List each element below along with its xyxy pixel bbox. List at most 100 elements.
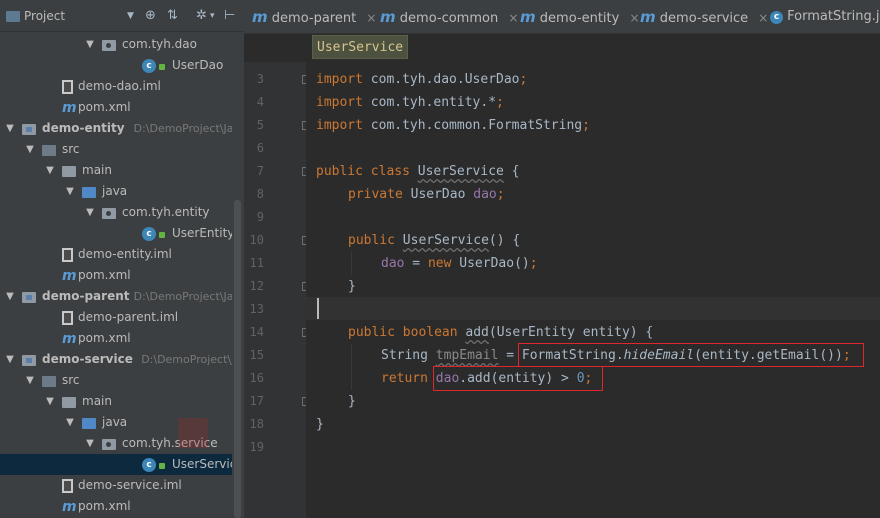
- tree-item-pom-xml[interactable]: m pom.xml: [0, 328, 232, 349]
- iml-file-icon: [62, 80, 73, 94]
- tree-item-demo-parent-iml[interactable]: demo-parent.iml: [0, 307, 232, 328]
- line-number: 18: [249, 417, 264, 431]
- code-line-11: dao = new UserDao();: [381, 256, 538, 271]
- access-modifier-icon: [159, 64, 165, 70]
- tree-item-src[interactable]: ▼ src: [0, 139, 232, 160]
- expand-arrow-icon[interactable]: ▼: [4, 349, 16, 370]
- maven-icon: m: [62, 331, 77, 347]
- close-icon[interactable]: ×: [758, 11, 768, 25]
- tab-label: demo-common: [399, 11, 499, 26]
- expand-arrow-icon[interactable]: ▼: [24, 139, 36, 160]
- tree-item-demo-dao-iml[interactable]: demo-dao.iml: [0, 76, 232, 97]
- tree-item-label: demo-dao.iml: [78, 79, 161, 93]
- tree-item-pom-xml[interactable]: m pom.xml: [0, 97, 232, 118]
- code-editor[interactable]: import com.tyh.dao.UserDao; import com.t…: [306, 62, 880, 518]
- tree-item-demo-parent[interactable]: ▼ demo-parentD:\DemoProject\Java: [0, 286, 232, 307]
- module-folder-icon: [22, 124, 36, 135]
- line-number: 17: [249, 394, 264, 408]
- tab-label: demo-service: [659, 11, 749, 26]
- expand-arrow-icon[interactable]: ▼: [24, 370, 36, 391]
- code-line-7: public class UserService {: [316, 164, 520, 179]
- tree-item-label: demo-parent: [42, 289, 130, 303]
- tree-item-src[interactable]: ▼ src: [0, 370, 232, 391]
- tree-item-demo-service[interactable]: ▼ demo-service D:\DemoProject\Java: [0, 349, 232, 370]
- tree-item-demo-service-iml[interactable]: demo-service.iml: [0, 475, 232, 496]
- line-number: 10: [249, 233, 264, 247]
- indent-guide: [351, 252, 352, 275]
- tree-item-label: UserEntity: [172, 226, 232, 240]
- tab-demo-common[interactable]: m demo-common ×: [380, 0, 518, 33]
- line-number: 5: [256, 118, 264, 132]
- tree-item-label: main: [82, 394, 112, 408]
- module-path-label: D:\DemoProject\Java: [133, 290, 232, 303]
- line-number: 3: [256, 72, 264, 86]
- gear-icon[interactable]: ✲: [196, 8, 207, 24]
- expand-arrow-icon[interactable]: ▼: [4, 118, 16, 139]
- tree-item-pom-xml[interactable]: m pom.xml: [0, 265, 232, 286]
- gear-dropdown-icon[interactable]: ▾: [210, 8, 215, 24]
- pin-icon[interactable]: ⊢: [224, 8, 235, 24]
- tab-demo-entity[interactable]: m demo-entity ×: [520, 0, 640, 33]
- module-folder-icon: [22, 292, 36, 303]
- expand-arrow-icon[interactable]: ▼: [64, 412, 76, 433]
- iml-file-icon: [62, 311, 73, 325]
- source-folder-icon: [42, 376, 56, 387]
- tree-item-demo-entity-iml[interactable]: demo-entity.iml: [0, 244, 232, 265]
- tree-item-label: main: [82, 163, 112, 177]
- tree-item-com-tyh-dao[interactable]: ▼ com.tyh.dao: [0, 34, 232, 55]
- tree-item-userdao[interactable]: c UserDao: [0, 55, 232, 76]
- tab-demo-service[interactable]: m demo-service ×: [640, 0, 768, 33]
- class-icon: c: [142, 458, 156, 472]
- tree-item-userservice[interactable]: c UserService: [0, 454, 232, 475]
- project-scrollbar-thumb[interactable]: [234, 200, 241, 518]
- tree-item-main[interactable]: ▼ main: [0, 160, 232, 181]
- tree-item-label: java: [102, 415, 128, 429]
- folder-icon: [62, 397, 76, 408]
- tree-item-main[interactable]: ▼ main: [0, 391, 232, 412]
- target-icon[interactable]: ⊕: [145, 8, 156, 24]
- tree-item-label: pom.xml: [78, 331, 131, 345]
- line-number: 16: [249, 371, 264, 385]
- close-icon[interactable]: ×: [366, 11, 376, 25]
- expand-arrow-icon[interactable]: ▼: [44, 391, 56, 412]
- tree-item-label: java: [102, 184, 128, 198]
- expand-arrow-icon[interactable]: ▼: [84, 433, 96, 454]
- expand-arrow-icon[interactable]: ▼: [44, 160, 56, 181]
- breadcrumb-item-userservice[interactable]: UserService: [312, 35, 409, 59]
- tab-formatstring-java[interactable]: c FormatString.java: [770, 0, 880, 33]
- project-panel-title[interactable]: Project: [24, 8, 65, 24]
- line-number: 4: [256, 95, 264, 109]
- tree-item-com-tyh-entity[interactable]: ▼ com.tyh.entity: [0, 202, 232, 223]
- tree-item-label: demo-service: [42, 352, 133, 366]
- expand-arrow-icon[interactable]: ▼: [64, 181, 76, 202]
- line-number: 9: [256, 210, 264, 224]
- dropdown-caret-icon[interactable]: ▼: [127, 8, 134, 24]
- access-modifier-icon: [159, 232, 165, 238]
- code-line-4: import com.tyh.entity.*;: [316, 95, 504, 110]
- iml-file-icon: [62, 479, 73, 493]
- tree-item-label: demo-parent.iml: [78, 310, 179, 324]
- expand-arrow-icon[interactable]: ▼: [4, 286, 16, 307]
- maven-icon: m: [252, 8, 268, 26]
- tree-item-pom-xml[interactable]: m pom.xml: [0, 496, 232, 517]
- source-folder-icon: [42, 145, 56, 156]
- line-number: 11: [249, 256, 264, 270]
- breadcrumb: UserService: [244, 34, 880, 62]
- close-icon[interactable]: ×: [508, 11, 518, 25]
- code-line-18: }: [316, 417, 324, 432]
- tree-item-demo-entity[interactable]: ▼ demo-entity D:\DemoProject\Java: [0, 118, 232, 139]
- expand-arrow-icon[interactable]: ▼: [84, 34, 96, 55]
- current-line-highlight: [306, 297, 880, 320]
- collapse-icon[interactable]: ⇅: [167, 8, 178, 24]
- expand-arrow-icon[interactable]: ▼: [84, 202, 96, 223]
- tree-item-userentity[interactable]: c UserEntity: [0, 223, 232, 244]
- close-icon[interactable]: ×: [629, 11, 639, 25]
- code-line-3: import com.tyh.dao.UserDao;: [316, 72, 528, 87]
- line-number: 15: [249, 348, 264, 362]
- package-icon: [102, 40, 116, 51]
- tab-demo-parent[interactable]: m demo-parent ×: [252, 0, 376, 33]
- module-folder-icon: [22, 355, 36, 366]
- tree-item-java[interactable]: ▼ java: [0, 181, 232, 202]
- iml-file-icon: [62, 248, 73, 262]
- maven-icon: m: [380, 8, 396, 26]
